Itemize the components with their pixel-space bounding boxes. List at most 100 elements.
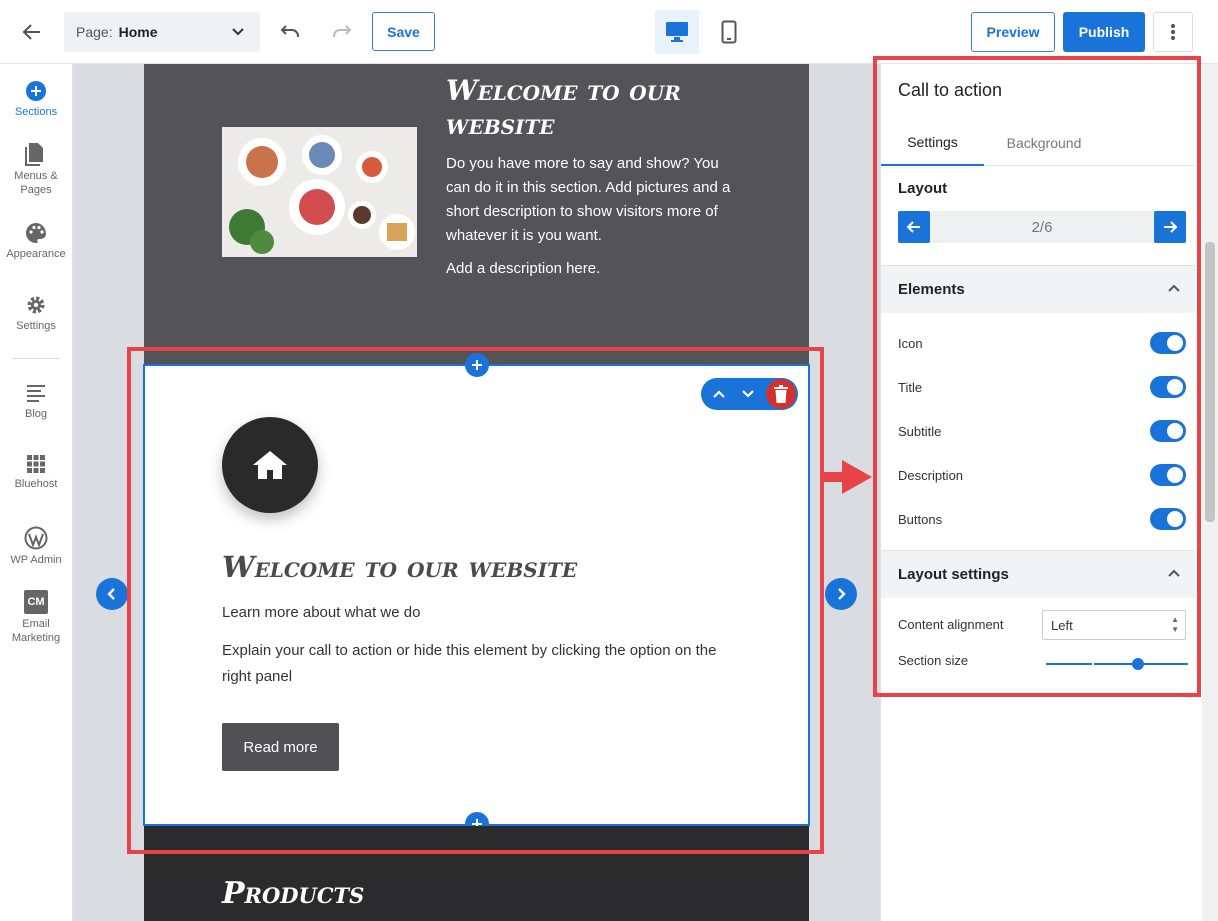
page-scrollbar[interactable] [1202,64,1218,921]
sidebar-item-sections[interactable]: Sections [0,80,72,119]
sidebar-item-label: Sections [14,106,58,118]
mobile-icon [721,20,737,44]
element-row-buttons: Buttons [898,507,1186,531]
read-more-button[interactable]: Read more [222,723,339,771]
call-to-action-section[interactable]: Welcome to our website Learn more about … [143,364,810,826]
elements-header[interactable]: Elements [881,265,1195,313]
icon-toggle[interactable] [1150,332,1186,354]
add-section-above-button[interactable] [465,353,489,377]
move-section-down-button[interactable] [736,382,760,406]
publish-button[interactable]: Publish [1063,12,1145,52]
tab-background[interactable]: Background [984,120,1104,166]
panel-tabs: Settings Background [881,120,1195,166]
element-row-subtitle: Subtitle [898,419,1186,443]
sidebar-item-label: Menus & Pages [14,170,58,196]
redo-icon [333,25,352,37]
products-section[interactable]: Products [144,826,809,921]
top-bar: Page: Home Save Preview Publish [0,0,1218,64]
move-section-up-button[interactable] [707,382,731,406]
layout-next-button[interactable] [1154,211,1186,243]
element-row-description: Description [898,463,1186,487]
back-button[interactable] [18,18,46,46]
save-button[interactable]: Save [372,12,435,51]
sidebar-item-appearance[interactable]: Appearance [0,222,72,261]
previous-layout-button[interactable] [96,578,128,610]
title-toggle[interactable] [1150,376,1186,398]
element-label: Subtitle [898,423,942,439]
arrow-left-icon [22,24,40,40]
cta-description[interactable]: Explain your call to action or hide this… [222,638,742,690]
description-toggle[interactable] [1150,464,1186,486]
desktop-view-button[interactable] [655,10,699,54]
sidebar-item-label: Blog [24,408,48,420]
gear-icon [27,296,45,314]
scrollbar-thumb[interactable] [1205,242,1215,522]
plus-icon [472,360,482,370]
buttons-toggle[interactable] [1150,508,1186,530]
left-sidebar: Sections Menus & Pages Appearance Settin… [0,64,73,921]
elements-header-label: Elements [898,281,965,298]
sidebar-item-blog[interactable]: Blog [0,382,72,421]
layout-prev-button[interactable] [898,211,930,243]
section-controls [701,378,798,410]
slider-track [1046,663,1188,665]
pages-icon [25,143,43,166]
updown-icon: ▲ ▼ [1171,615,1179,634]
products-title[interactable]: Products [222,876,364,911]
content-alignment-label: Content alignment [898,616,1004,632]
hero-section[interactable]: Welcome to our website Do you have more … [144,64,809,364]
hero-body[interactable]: Do you have more to say and show? You ca… [446,152,746,248]
subtitle-toggle[interactable] [1150,420,1186,442]
sidebar-item-label: Email Marketing [11,618,61,644]
slider-thumb[interactable] [1132,658,1144,670]
content-alignment-select[interactable]: Left ▲ ▼ [1042,610,1186,640]
chevron-left-icon [107,588,115,600]
editor-canvas: Welcome to our website Do you have more … [73,64,880,921]
more-vertical-icon [1171,24,1175,40]
content-alignment-value: Left [1051,617,1073,633]
sidebar-item-email-marketing[interactable]: CM Email Marketing [0,590,72,645]
chevron-right-icon [838,588,846,600]
hero-image[interactable] [222,127,417,257]
settings-panel: Call to action Settings Background Layou… [880,64,1202,921]
section-size-label: Section size [898,652,969,668]
cta-icon[interactable] [222,417,318,513]
section-size-slider[interactable] [1046,658,1188,670]
page-select[interactable]: Page: Home [64,12,260,52]
desktop-icon [666,22,688,42]
chevron-up-icon [1168,284,1180,292]
cta-title[interactable]: Welcome to our website [222,550,577,584]
layout-label: Layout [898,180,948,197]
trash-icon [774,385,788,403]
grid-icon [27,455,45,473]
arrow-left-icon [906,221,920,233]
cm-icon: CM [24,590,48,614]
mobile-view-button[interactable] [707,10,751,54]
tab-settings[interactable]: Settings [881,120,984,166]
sidebar-item-wp-admin[interactable]: WP Admin [0,526,72,567]
element-label: Description [898,467,964,483]
sidebar-item-bluehost[interactable]: Bluehost [0,454,72,491]
sidebar-item-menus-pages[interactable]: Menus & Pages [0,142,72,197]
hero-title[interactable]: Welcome to our website [446,74,766,142]
undo-button[interactable] [276,18,304,46]
slider-tick [1092,661,1094,667]
redo-button[interactable] [328,18,356,46]
page-select-value: Home [118,24,158,40]
chevron-up-icon [1168,569,1180,577]
next-layout-button[interactable] [825,578,857,610]
cta-subtitle[interactable]: Learn more about what we do [222,604,420,621]
more-options-button[interactable] [1153,12,1193,52]
element-label: Title [898,379,923,395]
delete-section-button[interactable] [766,379,796,409]
palette-icon [26,223,46,243]
page-select-label: Page: [76,24,113,40]
home-icon [253,451,287,479]
preview-button[interactable]: Preview [971,12,1055,52]
element-row-title: Title [898,375,1186,399]
element-label: Buttons [898,511,943,527]
layout-stepper: 2/6 [898,211,1186,243]
hero-description[interactable]: Add a description here. [446,260,746,277]
sidebar-item-settings[interactable]: Settings [0,294,72,333]
layout-settings-header[interactable]: Layout settings [881,550,1195,598]
